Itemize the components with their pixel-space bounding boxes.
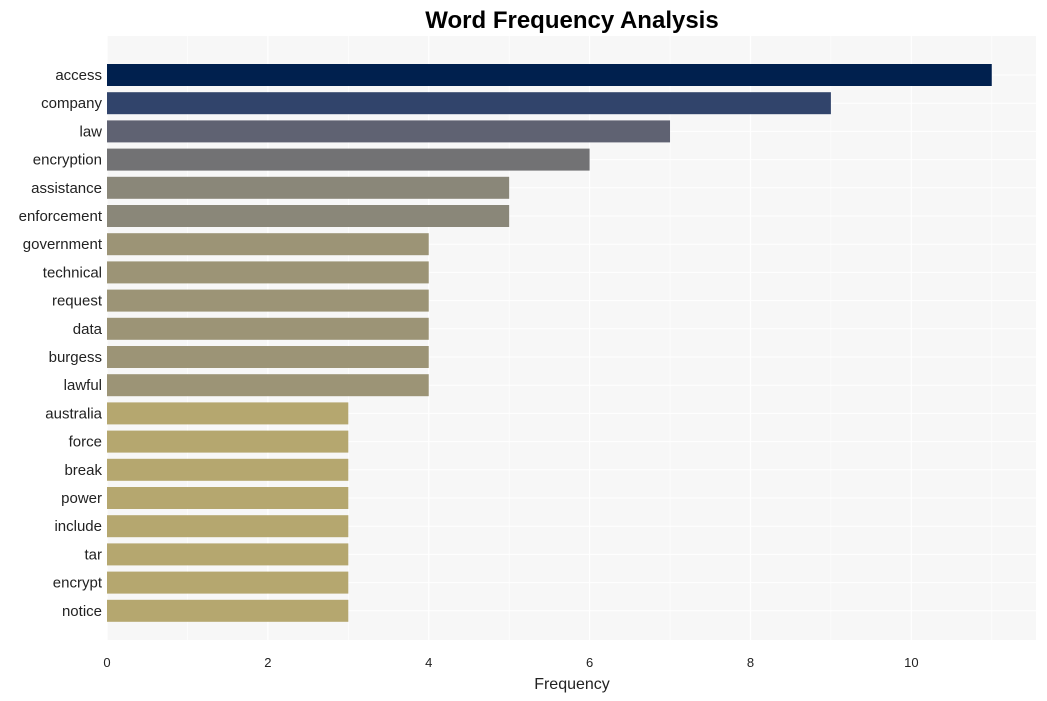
y-tick-label: government — [23, 236, 103, 253]
y-tick-label: assistance — [31, 180, 102, 197]
y-tick-label: tar — [84, 546, 102, 563]
y-tick-label: encryption — [33, 152, 102, 169]
bar-tar — [107, 543, 349, 566]
y-tick-label: include — [54, 518, 102, 535]
chart-title: Word Frequency Analysis — [425, 7, 718, 34]
bar-enforcement — [107, 205, 510, 227]
bar-technical — [107, 261, 429, 284]
y-tick-label: notice — [62, 603, 102, 620]
bar-access — [107, 64, 992, 86]
x-tick-label: 0 — [103, 655, 110, 670]
y-axis-labels: access company law encryption assistance enfo… — [19, 67, 103, 620]
y-tick-label: lawful — [64, 377, 102, 394]
bar-encrypt — [107, 571, 349, 594]
y-tick-label: power — [61, 490, 102, 507]
bar-lawful — [107, 374, 429, 397]
bar-break — [107, 458, 349, 481]
y-tick-label: enforcement — [19, 208, 103, 225]
bar-government — [107, 233, 429, 256]
bar-law — [107, 120, 671, 143]
y-tick-label: technical — [43, 264, 102, 281]
y-tick-label: australia — [45, 405, 102, 422]
x-tick-label: 8 — [747, 655, 754, 670]
y-tick-label: data — [73, 321, 103, 338]
word-frequency-chart: Word Frequency Analysis access company law… — [19, 7, 1036, 693]
bar-include — [107, 515, 349, 538]
x-axis-label: Frequency — [534, 676, 610, 693]
bar-encryption — [107, 148, 590, 171]
bar-assistance — [107, 176, 510, 199]
bar-power — [107, 487, 349, 509]
y-tick-label: company — [41, 95, 102, 112]
y-tick-label: burgess — [49, 349, 102, 366]
y-tick-label: request — [52, 293, 103, 310]
bar-force — [107, 430, 349, 453]
x-axis-ticks: 0 2 4 6 8 10 — [103, 655, 918, 670]
y-tick-label: force — [69, 434, 102, 451]
x-tick-label: 2 — [264, 655, 271, 670]
y-tick-label: encrypt — [53, 575, 103, 592]
x-tick-label: 6 — [586, 655, 593, 670]
y-tick-label: break — [64, 462, 102, 479]
y-tick-label: law — [79, 123, 102, 140]
x-tick-label: 10 — [904, 655, 918, 670]
bar-burgess — [107, 346, 429, 368]
bar-australia — [107, 402, 349, 425]
bar-notice — [107, 599, 349, 622]
bar-company — [107, 92, 831, 115]
bar-data — [107, 317, 429, 340]
y-tick-label: access — [55, 67, 102, 84]
x-tick-label: 4 — [425, 655, 432, 670]
bar-request — [107, 289, 429, 312]
